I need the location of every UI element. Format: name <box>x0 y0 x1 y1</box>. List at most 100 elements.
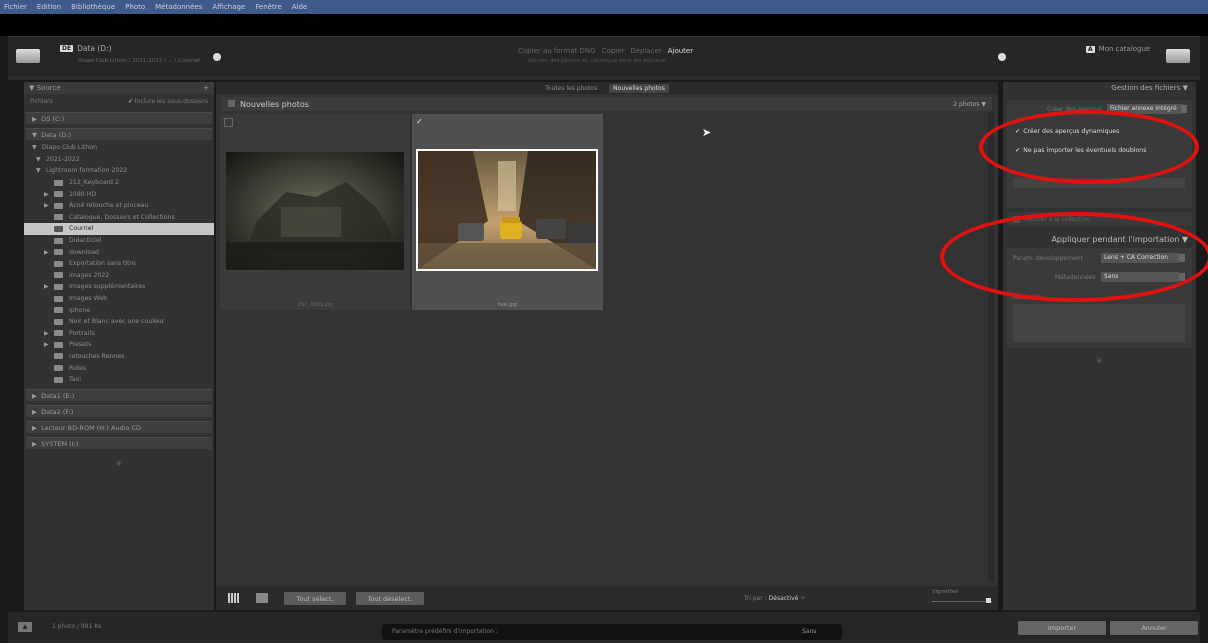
file-handling-header[interactable]: Gestion des fichiers ▼ <box>1003 82 1196 94</box>
add-icon[interactable]: + <box>203 84 209 92</box>
thumbnail-size-slider[interactable] <box>932 601 992 602</box>
select-all-button[interactable]: Tout sélect. <box>284 592 346 605</box>
dest-drive-icon[interactable] <box>1166 49 1190 63</box>
folder-label: Acné retouche et pinceau <box>69 202 149 210</box>
drive-data[interactable]: ▼ Data (D:) <box>26 128 212 140</box>
menu-edition[interactable]: Edition <box>37 3 61 11</box>
photo-1-filename: DSC_0009.jpg <box>297 302 333 308</box>
folder-label: Taxi <box>69 376 81 384</box>
previews-dropdown-icon[interactable] <box>1181 105 1187 113</box>
grid-view-icon[interactable] <box>228 593 240 603</box>
tab-new-photos[interactable]: Nouvelles photos <box>609 83 669 93</box>
expand-icon[interactable]: ▶ <box>44 283 54 290</box>
folder-item[interactable]: ▶ Images supplémentaires <box>24 281 214 293</box>
folder-item[interactable]: ▶ download <box>24 246 214 258</box>
source-panel-header[interactable]: ▼ Source + <box>24 82 214 94</box>
menu-fichier[interactable]: Fichier <box>4 3 27 11</box>
source-panel: ▼ Source + Fichiers ✓ Inclure les sous-d… <box>24 82 214 610</box>
drive-data-label: Data (D:) <box>41 130 71 139</box>
dropdown-icon[interactable]: ▼ <box>981 101 986 108</box>
menu-metadonnees[interactable]: Métadonnées <box>155 3 202 11</box>
folder-item[interactable]: Images Web <box>24 293 214 305</box>
menu-aide[interactable]: Aide <box>292 3 307 11</box>
photo-cell-2[interactable]: ✓ taxi.jpg <box>412 114 603 310</box>
source-arrow-icon[interactable] <box>213 53 221 61</box>
menu-fenetre[interactable]: Fenêtre <box>255 3 281 11</box>
group-checkbox[interactable] <box>228 99 235 107</box>
folder-item[interactable]: 212_Keyboard 2 <box>24 177 214 189</box>
keywords-input[interactable] <box>1013 304 1185 342</box>
expand-icon[interactable]: ▶ <box>44 202 54 209</box>
photo-cell-1[interactable]: DSC_0009.jpg <box>220 114 410 310</box>
dest-arrow-icon[interactable] <box>998 53 1006 61</box>
folder-item[interactable]: Rides <box>24 362 214 374</box>
deselect-all-button[interactable]: Tout désélect. <box>356 592 424 605</box>
mode-copy-dng[interactable]: Copier au format DNG <box>518 47 596 55</box>
sort-dropdown-icon[interactable]: ÷ <box>800 595 805 602</box>
folder-item[interactable]: Noir et Blanc avec une couleur <box>24 316 214 328</box>
expand-icon[interactable]: ▶ <box>44 341 54 348</box>
drive-item[interactable]: ▶ Data1 (E:) <box>26 389 212 402</box>
import-preset-bar[interactable]: Paramètre prédéfini d'importation : Sans <box>382 624 842 640</box>
collapse-icon[interactable]: ▼ <box>36 156 46 163</box>
folder-label: Didacticiel <box>69 237 102 245</box>
panel-end-ornament: ❦ <box>1096 356 1103 365</box>
mode-add[interactable]: Ajouter <box>668 47 693 55</box>
folder-icon <box>54 260 63 267</box>
folder-item[interactable]: Exportation sans titre <box>24 258 214 270</box>
folder-label: Exportation sans titre <box>69 260 136 268</box>
collapse-icon: ▼ <box>32 130 42 139</box>
loupe-view-icon[interactable] <box>256 593 268 603</box>
folder-item[interactable]: ▶ Acné retouche et pinceau <box>24 200 214 212</box>
collapse-icon[interactable]: ▼ <box>32 144 42 151</box>
include-subfolders-checkbox[interactable]: ✓ Inclure les sous-dossiers <box>128 98 208 105</box>
dest-label[interactable]: Mon catalogue <box>1099 45 1151 53</box>
folder-label: Portraits <box>69 329 95 337</box>
menu-bibliotheque[interactable]: Bibliothèque <box>71 3 115 11</box>
photo-2-frame <box>416 149 598 271</box>
folder-item[interactable]: Catalogue, Dossiers et Collections <box>24 212 214 224</box>
import-preset-value[interactable]: Sans <box>802 628 816 635</box>
folder-item[interactable]: Courriel <box>24 223 214 235</box>
folder-item[interactable]: ▶ Portraits <box>24 328 214 340</box>
folder-item[interactable]: Iphone <box>24 304 214 316</box>
photo-2-checkmark-icon[interactable]: ✓ <box>416 117 423 126</box>
folder-item[interactable]: ▼ Diapo Club Lithon <box>24 142 214 154</box>
mode-move[interactable]: Déplacer <box>630 47 661 55</box>
other-drives: ▶ Data1 (E:) ▶ Data2 (F:) ▶ Lecteur BD-ROM… <box>24 389 214 450</box>
drive-os[interactable]: ▶ OS (C:) <box>26 112 212 124</box>
drive-item[interactable]: ▶ Data2 (F:) <box>26 405 212 418</box>
folder-item[interactable]: ▶ Presets <box>24 339 214 351</box>
collapse-icon[interactable]: ▼ <box>36 167 46 174</box>
menu-photo[interactable]: Photo <box>125 3 145 11</box>
expand-up-icon[interactable]: ▲ <box>18 622 32 632</box>
drive-item[interactable]: ▶ Lecteur BD-ROM (H:) Audio CD <box>26 421 212 434</box>
folder-item[interactable]: images 2022 <box>24 270 214 282</box>
folder-item[interactable]: ▼ Lightroom formation 2022 <box>24 165 214 177</box>
photo-1-image <box>226 152 404 270</box>
import-button[interactable]: Importer <box>1018 621 1106 635</box>
vertical-scrollbar[interactable] <box>988 112 994 582</box>
folder-item[interactable]: Didacticiel <box>24 235 214 247</box>
folder-icon <box>54 283 63 290</box>
source-drive-icon[interactable] <box>16 49 40 63</box>
cancel-button[interactable]: Annuler <box>1110 621 1198 635</box>
drive-item[interactable]: ▶ SYSTEM (I:) <box>26 437 212 450</box>
thumbnail-slider-handle[interactable] <box>986 598 991 603</box>
folder-item[interactable]: ▼ 2021-2022 <box>24 154 214 166</box>
folder-label: Iphone <box>69 306 91 314</box>
source-drive-label[interactable]: Data (D:) <box>77 44 111 53</box>
group-header[interactable]: Nouvelles photos 2 photos ▼ <box>222 97 992 111</box>
menu-affichage[interactable]: Affichage <box>212 3 245 11</box>
expand-icon[interactable]: ▶ <box>44 191 54 198</box>
expand-icon[interactable]: ▶ <box>44 249 54 256</box>
folder-item[interactable]: retouches Rennes <box>24 351 214 363</box>
folder-icon <box>54 272 63 279</box>
photo-1-checkbox[interactable] <box>224 118 233 127</box>
folder-item[interactable]: Taxi <box>24 374 214 386</box>
tab-all-photos[interactable]: Toutes les photos <box>545 85 597 92</box>
sort-value[interactable]: Désactivé <box>769 595 799 602</box>
expand-icon[interactable]: ▶ <box>44 330 54 337</box>
mode-copy[interactable]: Copier <box>602 47 625 55</box>
folder-item[interactable]: ▶ 1080 HD <box>24 188 214 200</box>
